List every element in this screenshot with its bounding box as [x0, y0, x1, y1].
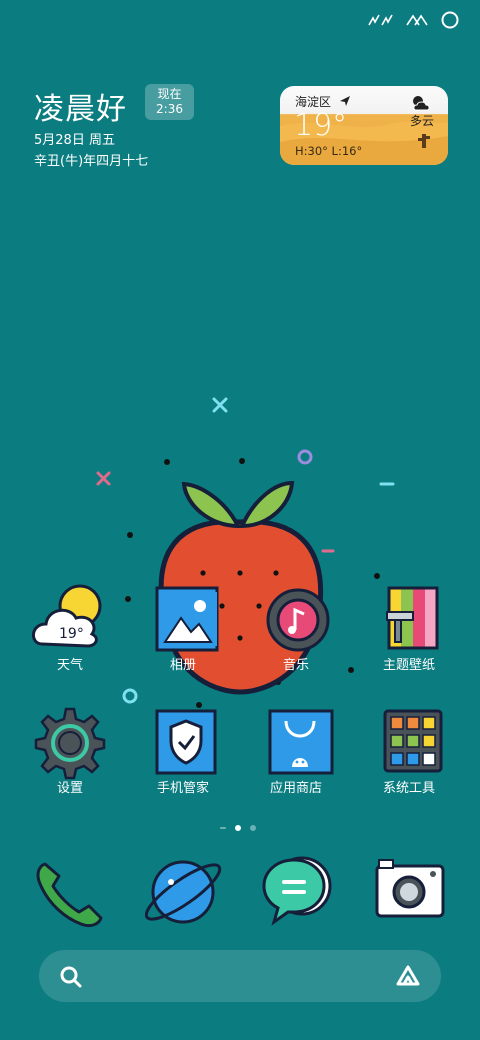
signal-icon: [368, 14, 393, 26]
app-system-tools[interactable]: 系统工具: [359, 705, 459, 796]
camera-icon: [375, 859, 445, 918]
search-bar[interactable]: [39, 950, 441, 1002]
page-indicator[interactable]: [220, 825, 256, 831]
phone-icon: [36, 862, 103, 928]
weather-temperature: 19°: [294, 108, 348, 143]
page-dot-active: [235, 825, 241, 831]
app-store[interactable]: 应用商店: [246, 705, 346, 796]
gallery-icon: [155, 586, 219, 652]
time-label: 现在: [157, 87, 182, 101]
wallpaper-strawberry: [96, 397, 395, 708]
weather-high-low: H:30° L:16°: [295, 144, 363, 158]
status-bar: [368, 8, 460, 32]
app-weather[interactable]: 19° 天气: [20, 582, 120, 673]
dock-browser[interactable]: [144, 852, 225, 932]
settings-gear-icon: [34, 707, 106, 780]
date-gregorian: 5月28日 周五: [34, 133, 115, 148]
search-icon[interactable]: [59, 965, 83, 989]
greeting-text: 凌晨好: [34, 92, 127, 127]
phone-manager-shield-icon: [155, 709, 217, 775]
app-theme-wallpaper[interactable]: 主题壁纸: [359, 582, 459, 673]
browser-icon: [144, 860, 222, 924]
app-music[interactable]: 音乐: [246, 582, 346, 673]
page-dot: [220, 827, 226, 829]
partly-cloudy-icon: [413, 96, 430, 111]
weather-condition: 多云: [409, 114, 434, 128]
dock-messages[interactable]: [258, 852, 338, 932]
theme-wallpaper-icon: [386, 586, 439, 650]
app-phone-manager[interactable]: 手机管家: [133, 705, 233, 796]
app-store-bag-icon: [268, 709, 334, 775]
weather-widget[interactable]: 海淀区 19° H:30° L:16° 多云: [280, 86, 448, 165]
system-tools-icon: [383, 709, 443, 773]
music-icon: [266, 588, 330, 652]
weather-icon-temp: 19°: [59, 626, 84, 642]
page-dot: [250, 825, 256, 831]
app-gallery[interactable]: 相册: [133, 582, 233, 673]
weather-icon: 19°: [32, 584, 102, 648]
navigation-arrow-icon: [339, 96, 350, 106]
assistant-icon[interactable]: [395, 964, 421, 988]
app-settings[interactable]: 设置: [20, 705, 120, 796]
dock-phone[interactable]: [31, 852, 111, 932]
time-value: 2:36: [156, 102, 183, 116]
current-time-badge[interactable]: 现在 2:36: [145, 84, 194, 120]
battery-ring-icon: [441, 11, 459, 29]
date-lunar: 辛丑(牛)年四月十七: [34, 154, 149, 169]
dock-camera[interactable]: [371, 852, 451, 932]
messages-icon: [262, 856, 332, 926]
wifi-icon: [406, 14, 428, 26]
